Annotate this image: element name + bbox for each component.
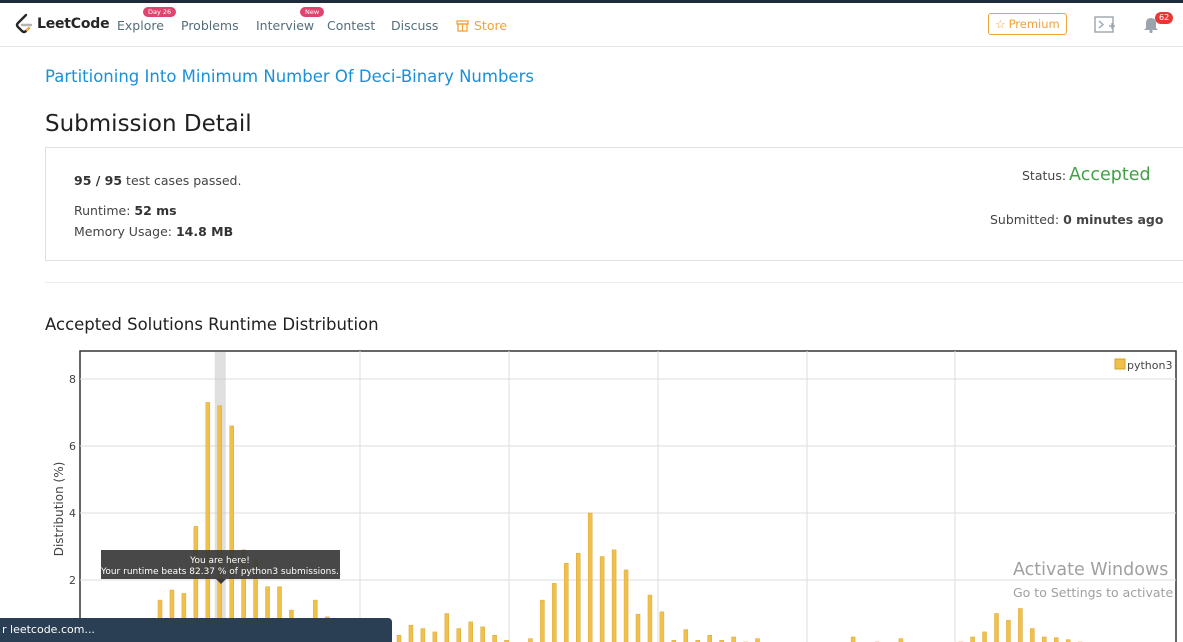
distribution-bar xyxy=(1006,619,1011,642)
distribution-bar xyxy=(456,628,461,642)
distribution-bar xyxy=(659,611,665,642)
legend-python3-label: python3 xyxy=(1127,359,1172,372)
distribution-bar xyxy=(611,549,617,642)
distribution-bar xyxy=(444,613,450,642)
distribution-bar xyxy=(623,569,629,642)
distribution-bar xyxy=(982,631,987,642)
distribution-bar xyxy=(1030,628,1035,642)
distribution-bar xyxy=(540,599,545,642)
y-tick-label: 6 xyxy=(69,440,76,453)
tooltip-line2: Your runtime beats 82.37 % of python3 su… xyxy=(100,567,339,577)
tooltip-line1: You are here! xyxy=(189,556,250,566)
distribution-bar xyxy=(480,626,485,642)
distribution-bar xyxy=(994,613,999,642)
distribution-bar xyxy=(468,621,473,642)
distribution-bar xyxy=(970,636,975,642)
legend-swatch xyxy=(1114,358,1126,370)
distribution-bar xyxy=(576,552,581,642)
distribution-bar xyxy=(1042,636,1047,642)
distribution-bar xyxy=(217,405,222,642)
distribution-bar xyxy=(707,635,712,642)
distribution-bar xyxy=(420,628,426,642)
activate-windows-subtitle: Go to Settings to activate xyxy=(1013,585,1174,600)
distribution-bar xyxy=(635,613,641,642)
distribution-bar xyxy=(599,556,605,642)
distribution-bar xyxy=(683,629,689,642)
distribution-bar xyxy=(647,594,653,642)
distribution-bar xyxy=(564,563,569,642)
distribution-bar xyxy=(850,636,856,642)
distribution-bar xyxy=(205,402,211,642)
chart-yticks: 2 4 6 8 xyxy=(69,373,76,587)
y-tick-label: 4 xyxy=(69,507,76,520)
distribution-bar xyxy=(396,635,402,642)
distribution-bar xyxy=(1054,637,1059,642)
distribution-bar xyxy=(432,631,438,642)
y-tick-label: 8 xyxy=(69,373,76,386)
y-axis-label: Distribution (%) xyxy=(52,462,66,557)
distribution-bar xyxy=(552,583,557,642)
distribution-bar xyxy=(755,638,760,642)
distribution-bar xyxy=(229,425,234,642)
activate-windows-title: Activate Windows xyxy=(1013,560,1169,580)
runtime-distribution-chart: 2 4 6 8 Distribution (%) python3 You are he… xyxy=(52,350,1177,642)
distribution-bar xyxy=(492,635,497,642)
distribution-bar xyxy=(1018,608,1023,642)
distribution-bar xyxy=(898,638,904,642)
runtime-tooltip: You are here! Your runtime beats 82.37 %… xyxy=(100,550,340,584)
distribution-bar xyxy=(587,512,593,642)
distribution-bar xyxy=(528,638,533,642)
browser-status-url: r leetcode.com... xyxy=(0,618,392,642)
y-tick-label: 2 xyxy=(69,574,76,587)
distribution-bar xyxy=(408,624,414,642)
distribution-bar xyxy=(731,636,736,642)
